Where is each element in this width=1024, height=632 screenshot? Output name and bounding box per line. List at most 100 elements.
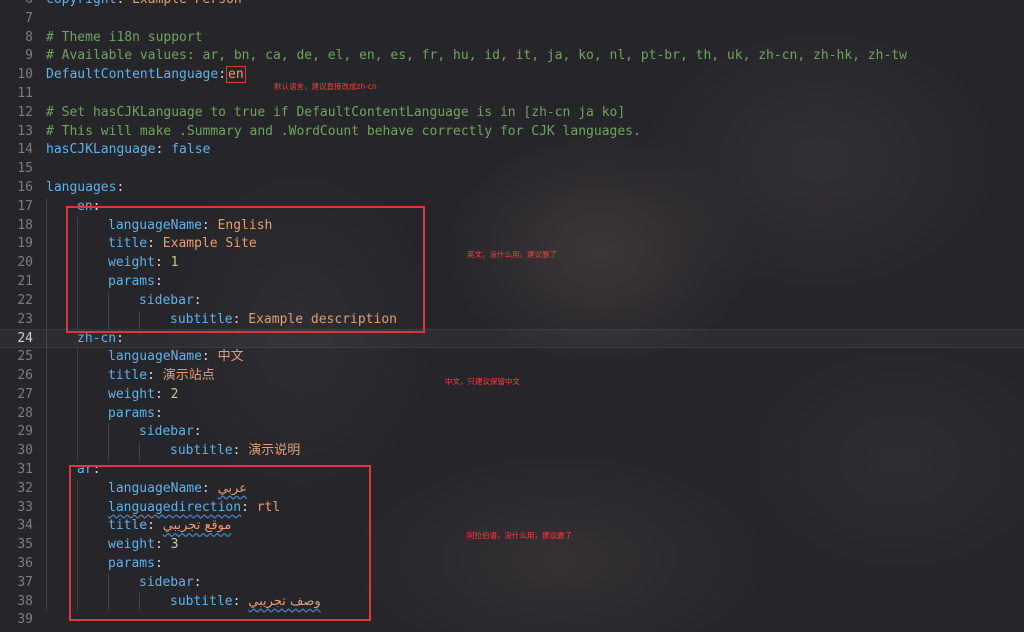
code-token: weight bbox=[108, 255, 155, 271]
code-line[interactable]: 21 params: bbox=[0, 272, 1024, 292]
line-code[interactable]: copyright: Example Person bbox=[46, 0, 242, 10]
line-number: 13 bbox=[17, 123, 33, 139]
code-token: 演示说明 bbox=[248, 443, 301, 459]
line-code[interactable]: weight: 3 bbox=[46, 536, 178, 555]
code-line[interactable]: 36 params: bbox=[0, 554, 1024, 574]
line-code[interactable]: # This will make .Summary and .WordCount… bbox=[46, 123, 641, 142]
line-code[interactable]: sidebar: bbox=[46, 291, 202, 311]
line-code[interactable]: hasCJKLanguage: false bbox=[46, 141, 210, 160]
code-token: 1 bbox=[170, 255, 179, 271]
line-code[interactable]: params: bbox=[46, 404, 163, 424]
code-token: : bbox=[201, 349, 218, 365]
code-token: languages bbox=[46, 179, 117, 195]
code-line[interactable]: 24 zh-cn: bbox=[0, 329, 1024, 350]
code-line[interactable]: 17 en: bbox=[0, 197, 1024, 217]
line-number: 12 bbox=[17, 104, 33, 120]
line-code[interactable]: weight: 2 bbox=[46, 385, 178, 405]
indent-guide bbox=[77, 291, 108, 311]
line-number: 23 bbox=[17, 311, 33, 327]
code-line[interactable]: 16 languages: bbox=[0, 179, 1024, 198]
code-token: English bbox=[217, 217, 273, 233]
line-code[interactable]: sidebar: bbox=[46, 573, 202, 593]
code-token: params bbox=[108, 555, 155, 571]
line-number: 30 bbox=[17, 443, 33, 459]
line-code[interactable]: # Theme i18n support bbox=[46, 29, 203, 48]
line-code[interactable]: title: موقع تجريبي bbox=[46, 517, 232, 537]
code-line[interactable]: 7 bbox=[0, 10, 1024, 29]
code-line[interactable]: 32 languageName: عربي bbox=[0, 479, 1024, 499]
line-code[interactable]: languagedirection: rtl bbox=[46, 498, 281, 518]
line-code[interactable]: # Available values: ar, bn, ca, de, el, … bbox=[46, 47, 907, 66]
code-line[interactable]: 28 params: bbox=[0, 404, 1024, 424]
line-code[interactable]: subtitle: وصف تجريبي bbox=[46, 592, 321, 612]
code-line[interactable]: 10 DefaultContentLanguage: en bbox=[0, 66, 1024, 85]
code-token: 3 bbox=[170, 537, 179, 553]
line-number: 17 bbox=[17, 198, 33, 214]
code-line[interactable]: 11 bbox=[0, 85, 1024, 104]
code-token: title bbox=[108, 236, 148, 252]
line-code[interactable]: # Set hasCJKLanguage to true if DefaultC… bbox=[46, 104, 625, 123]
indent-guide bbox=[77, 348, 108, 367]
line-code[interactable]: title: Example Site bbox=[46, 235, 257, 255]
code-line[interactable]: 6 copyright: Example Person bbox=[0, 0, 1024, 10]
code-line[interactable]: 39 bbox=[0, 611, 1024, 630]
indent-guide bbox=[46, 592, 77, 612]
code-token: وصف تجريبي bbox=[248, 593, 321, 609]
code-line[interactable]: 23 subtitle: Example description bbox=[0, 310, 1024, 330]
line-code[interactable]: languageName: English bbox=[46, 216, 273, 236]
line-code[interactable]: zh-cn: bbox=[46, 330, 124, 350]
code-token: : bbox=[116, 331, 124, 347]
code-line[interactable]: 14 hasCJKLanguage: false bbox=[0, 141, 1024, 160]
indent-guide bbox=[46, 310, 77, 330]
code-token: موقع تجريبي bbox=[162, 518, 232, 534]
code-token: rtl bbox=[256, 499, 281, 515]
code-token: # This will make .Summary and .WordCount… bbox=[46, 123, 641, 139]
code-token: subtitle bbox=[170, 443, 233, 459]
indent-guide bbox=[77, 479, 108, 499]
code-line[interactable]: 33 languagedirection: rtl bbox=[0, 498, 1024, 518]
indent-guide bbox=[46, 423, 77, 443]
code-line[interactable]: 29 sidebar: bbox=[0, 423, 1024, 443]
line-number: 35 bbox=[17, 537, 33, 553]
code-token: : bbox=[147, 518, 163, 534]
code-line[interactable]: 18 languageName: English bbox=[0, 216, 1024, 236]
code-line[interactable]: 22 sidebar: bbox=[0, 291, 1024, 311]
code-line[interactable]: 31 ar: bbox=[0, 460, 1024, 480]
indent-guide bbox=[77, 573, 108, 593]
line-code[interactable]: subtitle: Example description bbox=[46, 310, 397, 330]
indent-guide bbox=[139, 310, 170, 330]
code-line[interactable]: 15 bbox=[0, 160, 1024, 179]
indent-guide bbox=[77, 404, 108, 424]
line-code[interactable]: en: bbox=[46, 197, 100, 217]
line-code[interactable]: ar: bbox=[46, 460, 100, 480]
line-code[interactable]: params: bbox=[46, 554, 163, 574]
code-token: : bbox=[155, 142, 172, 158]
line-number: 15 bbox=[17, 161, 33, 177]
code-line[interactable]: 38 subtitle: وصف تجريبي bbox=[0, 592, 1024, 612]
code-line[interactable]: 8 # Theme i18n support bbox=[0, 29, 1024, 48]
code-line[interactable]: 27 weight: 2 bbox=[0, 385, 1024, 405]
code-token: 中文 bbox=[217, 349, 244, 365]
line-number: 22 bbox=[17, 292, 33, 308]
code-line[interactable]: 9 # Available values: ar, bn, ca, de, el,… bbox=[0, 47, 1024, 66]
line-code[interactable]: languages: bbox=[46, 179, 124, 198]
line-code[interactable]: sidebar: bbox=[46, 423, 202, 443]
indent-guide bbox=[77, 235, 108, 255]
code-line[interactable]: 37 sidebar: bbox=[0, 573, 1024, 593]
code-token: weight bbox=[108, 386, 155, 402]
line-code[interactable]: weight: 1 bbox=[46, 254, 178, 273]
line-code[interactable]: DefaultContentLanguage: en bbox=[46, 66, 246, 85]
line-code[interactable]: title: 演示站点 bbox=[46, 366, 215, 386]
code-line[interactable]: 13 # This will make .Summary and .WordCou… bbox=[0, 123, 1024, 142]
line-code[interactable]: params: bbox=[46, 272, 163, 292]
line-code[interactable]: languageName: 中文 bbox=[46, 348, 244, 367]
indent-guide bbox=[46, 479, 77, 499]
indent-guide bbox=[46, 517, 77, 537]
line-number: 39 bbox=[17, 612, 33, 628]
code-token: en bbox=[77, 198, 93, 214]
code-line[interactable]: 30 subtitle: 演示说明 bbox=[0, 442, 1024, 461]
line-code[interactable]: languageName: عربي bbox=[46, 479, 247, 499]
line-code[interactable]: subtitle: 演示说明 bbox=[46, 442, 300, 461]
code-line[interactable]: 25 languageName: 中文 bbox=[0, 348, 1024, 367]
code-line[interactable]: 12 # Set hasCJKLanguage to true if Defaul… bbox=[0, 104, 1024, 123]
